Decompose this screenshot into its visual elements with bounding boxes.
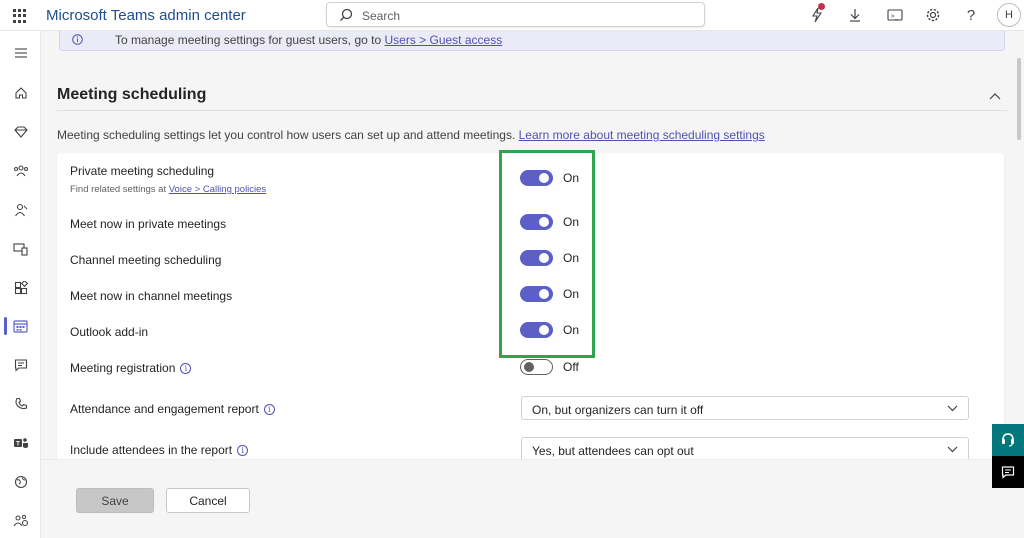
info-icon[interactable]: i — [237, 444, 249, 456]
toggle-switch[interactable] — [520, 286, 553, 302]
banner-text: To manage meeting settings for guest use… — [115, 33, 502, 47]
setting-label-include-attendees: Include attendees in the report — [70, 443, 233, 457]
meetings-icon[interactable] — [0, 314, 41, 338]
avatar[interactable]: H — [997, 3, 1021, 27]
notification-dot — [818, 3, 825, 10]
setting-label-meet-now-private: Meet now in private meetings — [70, 217, 227, 231]
setting-label-channel-meeting-scheduling: Channel meeting scheduling — [70, 253, 222, 267]
setting-label-meeting-registration: Meeting registration — [70, 361, 176, 375]
svg-text:>_: >_ — [891, 13, 899, 20]
home-icon[interactable] — [0, 81, 41, 105]
main-content: To manage meeting settings for guest use… — [41, 31, 1024, 459]
toggle-switch[interactable] — [520, 322, 553, 338]
info-icon[interactable]: i — [180, 362, 192, 374]
include-attendees-dropdown[interactable]: Yes, but attendees can opt out — [521, 437, 969, 459]
toggle-state: On — [563, 287, 580, 301]
dropdown-value: Yes, but attendees can opt out — [532, 444, 694, 458]
section-description: Meeting scheduling settings let you cont… — [57, 128, 765, 142]
setting-label-meet-now-channel: Meet now in channel meetings — [70, 289, 233, 303]
teams-logo-icon[interactable]: T — [0, 431, 41, 455]
help-icon[interactable]: ? — [962, 6, 980, 24]
devices-icon[interactable] — [0, 237, 41, 261]
toggle-state: Off — [563, 360, 579, 374]
setting-label-private-meeting-scheduling: Private meeting scheduling — [70, 164, 215, 178]
setting-row-meeting-registration: Meeting registration i — [70, 361, 192, 375]
search-box[interactable]: Search — [326, 2, 705, 27]
settings-gear-icon[interactable] — [924, 6, 942, 24]
attendance-report-dropdown[interactable]: On, but organizers can turn it off — [521, 396, 969, 420]
action-footer: Save Cancel — [41, 459, 1024, 538]
top-bar: Microsoft Teams admin center Search >_ ?… — [0, 0, 1024, 31]
toggle-state: On — [563, 251, 580, 265]
toggle-state: On — [563, 171, 580, 185]
powershell-icon[interactable]: >_ — [886, 6, 904, 24]
app-launcher-icon[interactable] — [13, 9, 27, 23]
chevron-down-icon — [947, 405, 958, 412]
setting-row-attendance-report: Attendance and engagement report i — [70, 402, 275, 416]
info-icon[interactable]: i — [263, 403, 275, 415]
app-title[interactable]: Microsoft Teams admin center — [46, 7, 246, 24]
toggle-switch[interactable] — [520, 170, 553, 186]
people-settings-icon[interactable] — [0, 509, 41, 533]
description-text: Meeting scheduling settings let you cont… — [57, 128, 519, 142]
chevron-up-icon[interactable] — [989, 87, 1001, 103]
setting-row-include-attendees: Include attendees in the report i — [70, 443, 249, 457]
toggle-state: On — [563, 215, 580, 229]
toggle-state: On — [563, 323, 580, 337]
users-icon[interactable] — [0, 198, 41, 222]
toggle-meeting-registration[interactable]: Off — [520, 359, 579, 375]
dropdown-value: On, but organizers can turn it off — [532, 403, 704, 417]
toggle-meet-now-private[interactable]: On — [520, 214, 579, 230]
toggle-outlook-addin[interactable]: On — [520, 322, 579, 338]
section-title: Meeting scheduling — [57, 86, 207, 103]
section-divider — [57, 110, 1007, 111]
guest-access-link[interactable]: Users > Guest access — [384, 33, 502, 47]
related-settings-hint: Find related settings at Voice > Calling… — [70, 184, 266, 195]
help-assistant-button[interactable] — [992, 424, 1024, 456]
left-nav-rail: T — [0, 31, 41, 538]
teams-icon[interactable] — [0, 159, 41, 183]
toggle-switch[interactable] — [520, 250, 553, 266]
chevron-down-icon — [947, 446, 958, 453]
toggle-channel-meeting-scheduling[interactable]: On — [520, 250, 579, 266]
cancel-button[interactable]: Cancel — [166, 488, 250, 513]
feedback-icon — [1001, 466, 1015, 479]
svg-text:T: T — [16, 441, 20, 448]
calling-policies-link[interactable]: Voice > Calling policies — [169, 184, 266, 195]
feedback-button[interactable] — [992, 456, 1024, 488]
menu-icon[interactable] — [0, 41, 41, 65]
headset-icon — [1002, 433, 1014, 447]
info-icon — [72, 32, 83, 48]
diamond-icon[interactable] — [0, 120, 41, 144]
whats-new-icon[interactable] — [808, 3, 826, 24]
apps-icon[interactable] — [0, 276, 41, 300]
scrollbar[interactable] — [1017, 58, 1021, 140]
toggle-private-meeting-scheduling[interactable]: On — [520, 170, 579, 186]
search-placeholder: Search — [362, 9, 401, 23]
toggle-switch[interactable] — [520, 214, 553, 230]
setting-label-outlook-addin: Outlook add-in — [70, 325, 149, 339]
learn-more-link[interactable]: Learn more about meeting scheduling sett… — [519, 128, 765, 142]
related-settings-text: Find related settings at — [70, 184, 169, 195]
download-icon[interactable] — [846, 6, 864, 24]
toggle-meet-now-channel[interactable]: On — [520, 286, 579, 302]
setting-label-attendance-report: Attendance and engagement report — [70, 402, 259, 416]
toggle-switch[interactable] — [520, 359, 553, 375]
settings-card: Private meeting scheduling Find related … — [57, 153, 1004, 459]
search-icon — [340, 8, 353, 21]
info-banner: To manage meeting settings for guest use… — [59, 31, 1005, 51]
locations-icon[interactable] — [0, 470, 41, 494]
voice-icon[interactable] — [0, 392, 41, 416]
save-button[interactable]: Save — [76, 488, 154, 513]
banner-message: To manage meeting settings for guest use… — [115, 33, 385, 47]
messaging-icon[interactable] — [0, 353, 41, 377]
